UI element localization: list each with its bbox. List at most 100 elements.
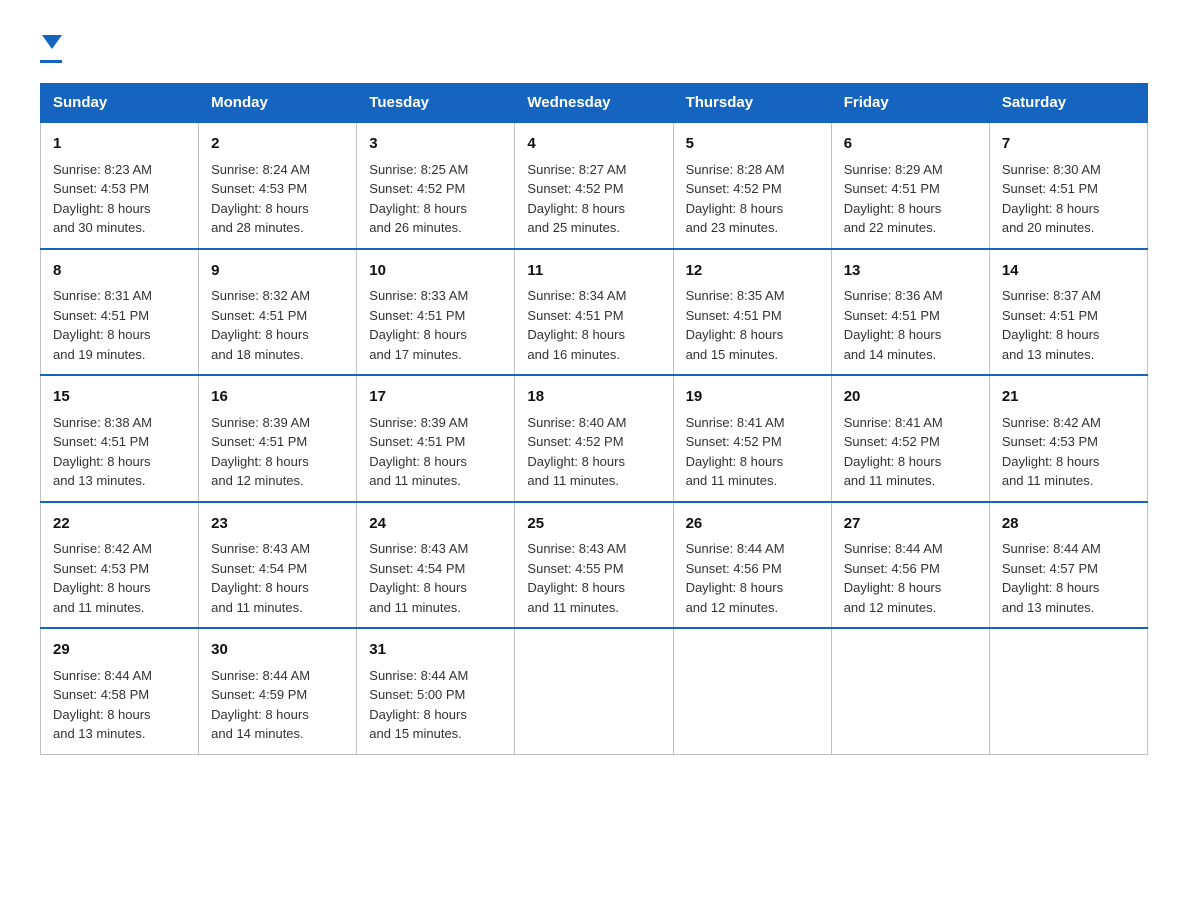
calendar-cell: 11 Sunrise: 8:34 AM Sunset: 4:51 PM Dayl… [515, 249, 673, 376]
day-info: Sunrise: 8:31 AM Sunset: 4:51 PM Dayligh… [53, 286, 186, 364]
day-info: Sunrise: 8:24 AM Sunset: 4:53 PM Dayligh… [211, 160, 344, 238]
day-info: Sunrise: 8:39 AM Sunset: 4:51 PM Dayligh… [211, 413, 344, 491]
day-number: 28 [1002, 513, 1135, 536]
calendar-cell: 4 Sunrise: 8:27 AM Sunset: 4:52 PM Dayli… [515, 122, 673, 249]
weekday-header-saturday: Saturday [989, 84, 1147, 123]
day-number: 18 [527, 386, 660, 409]
calendar-cell: 2 Sunrise: 8:24 AM Sunset: 4:53 PM Dayli… [199, 122, 357, 249]
calendar-cell: 9 Sunrise: 8:32 AM Sunset: 4:51 PM Dayli… [199, 249, 357, 376]
calendar-week-row: 1 Sunrise: 8:23 AM Sunset: 4:53 PM Dayli… [41, 122, 1148, 249]
day-info: Sunrise: 8:30 AM Sunset: 4:51 PM Dayligh… [1002, 160, 1135, 238]
weekday-header-tuesday: Tuesday [357, 84, 515, 123]
calendar-cell: 30 Sunrise: 8:44 AM Sunset: 4:59 PM Dayl… [199, 628, 357, 754]
day-number: 24 [369, 513, 502, 536]
day-info: Sunrise: 8:44 AM Sunset: 4:59 PM Dayligh… [211, 666, 344, 744]
calendar-header: SundayMondayTuesdayWednesdayThursdayFrid… [41, 84, 1148, 123]
calendar-cell [989, 628, 1147, 754]
calendar-cell: 5 Sunrise: 8:28 AM Sunset: 4:52 PM Dayli… [673, 122, 831, 249]
calendar-week-row: 29 Sunrise: 8:44 AM Sunset: 4:58 PM Dayl… [41, 628, 1148, 754]
day-info: Sunrise: 8:36 AM Sunset: 4:51 PM Dayligh… [844, 286, 977, 364]
day-info: Sunrise: 8:23 AM Sunset: 4:53 PM Dayligh… [53, 160, 186, 238]
calendar-cell: 20 Sunrise: 8:41 AM Sunset: 4:52 PM Dayl… [831, 375, 989, 502]
page-header [40, 30, 1148, 63]
day-info: Sunrise: 8:42 AM Sunset: 4:53 PM Dayligh… [1002, 413, 1135, 491]
day-info: Sunrise: 8:28 AM Sunset: 4:52 PM Dayligh… [686, 160, 819, 238]
day-number: 15 [53, 386, 186, 409]
calendar-cell: 6 Sunrise: 8:29 AM Sunset: 4:51 PM Dayli… [831, 122, 989, 249]
day-info: Sunrise: 8:44 AM Sunset: 4:56 PM Dayligh… [844, 539, 977, 617]
calendar-body: 1 Sunrise: 8:23 AM Sunset: 4:53 PM Dayli… [41, 122, 1148, 754]
calendar-week-row: 8 Sunrise: 8:31 AM Sunset: 4:51 PM Dayli… [41, 249, 1148, 376]
calendar-cell: 21 Sunrise: 8:42 AM Sunset: 4:53 PM Dayl… [989, 375, 1147, 502]
day-info: Sunrise: 8:29 AM Sunset: 4:51 PM Dayligh… [844, 160, 977, 238]
calendar-cell: 19 Sunrise: 8:41 AM Sunset: 4:52 PM Dayl… [673, 375, 831, 502]
day-number: 2 [211, 133, 344, 156]
day-number: 16 [211, 386, 344, 409]
day-info: Sunrise: 8:41 AM Sunset: 4:52 PM Dayligh… [686, 413, 819, 491]
weekday-header-wednesday: Wednesday [515, 84, 673, 123]
day-number: 11 [527, 260, 660, 283]
day-info: Sunrise: 8:43 AM Sunset: 4:55 PM Dayligh… [527, 539, 660, 617]
calendar-cell: 15 Sunrise: 8:38 AM Sunset: 4:51 PM Dayl… [41, 375, 199, 502]
calendar-cell: 24 Sunrise: 8:43 AM Sunset: 4:54 PM Dayl… [357, 502, 515, 629]
calendar-cell: 17 Sunrise: 8:39 AM Sunset: 4:51 PM Dayl… [357, 375, 515, 502]
day-number: 26 [686, 513, 819, 536]
day-number: 22 [53, 513, 186, 536]
calendar-cell: 7 Sunrise: 8:30 AM Sunset: 4:51 PM Dayli… [989, 122, 1147, 249]
day-info: Sunrise: 8:38 AM Sunset: 4:51 PM Dayligh… [53, 413, 186, 491]
calendar-cell: 26 Sunrise: 8:44 AM Sunset: 4:56 PM Dayl… [673, 502, 831, 629]
day-number: 4 [527, 133, 660, 156]
day-info: Sunrise: 8:43 AM Sunset: 4:54 PM Dayligh… [211, 539, 344, 617]
day-number: 17 [369, 386, 502, 409]
day-info: Sunrise: 8:32 AM Sunset: 4:51 PM Dayligh… [211, 286, 344, 364]
calendar-cell: 22 Sunrise: 8:42 AM Sunset: 4:53 PM Dayl… [41, 502, 199, 629]
day-info: Sunrise: 8:40 AM Sunset: 4:52 PM Dayligh… [527, 413, 660, 491]
day-number: 13 [844, 260, 977, 283]
calendar-cell [831, 628, 989, 754]
calendar-table: SundayMondayTuesdayWednesdayThursdayFrid… [40, 83, 1148, 755]
calendar-cell: 28 Sunrise: 8:44 AM Sunset: 4:57 PM Dayl… [989, 502, 1147, 629]
day-info: Sunrise: 8:35 AM Sunset: 4:51 PM Dayligh… [686, 286, 819, 364]
day-number: 30 [211, 639, 344, 662]
logo-triangle-icon [42, 35, 62, 49]
logo-text [40, 30, 62, 58]
day-info: Sunrise: 8:41 AM Sunset: 4:52 PM Dayligh… [844, 413, 977, 491]
day-info: Sunrise: 8:43 AM Sunset: 4:54 PM Dayligh… [369, 539, 502, 617]
calendar-cell: 31 Sunrise: 8:44 AM Sunset: 5:00 PM Dayl… [357, 628, 515, 754]
calendar-cell: 25 Sunrise: 8:43 AM Sunset: 4:55 PM Dayl… [515, 502, 673, 629]
day-info: Sunrise: 8:34 AM Sunset: 4:51 PM Dayligh… [527, 286, 660, 364]
day-number: 12 [686, 260, 819, 283]
day-number: 20 [844, 386, 977, 409]
day-number: 19 [686, 386, 819, 409]
weekday-header-thursday: Thursday [673, 84, 831, 123]
weekday-header-friday: Friday [831, 84, 989, 123]
calendar-cell: 3 Sunrise: 8:25 AM Sunset: 4:52 PM Dayli… [357, 122, 515, 249]
weekday-header-row: SundayMondayTuesdayWednesdayThursdayFrid… [41, 84, 1148, 123]
day-number: 1 [53, 133, 186, 156]
day-number: 7 [1002, 133, 1135, 156]
day-number: 8 [53, 260, 186, 283]
calendar-cell [673, 628, 831, 754]
calendar-cell: 8 Sunrise: 8:31 AM Sunset: 4:51 PM Dayli… [41, 249, 199, 376]
weekday-header-sunday: Sunday [41, 84, 199, 123]
logo [40, 30, 62, 63]
calendar-cell: 16 Sunrise: 8:39 AM Sunset: 4:51 PM Dayl… [199, 375, 357, 502]
day-number: 6 [844, 133, 977, 156]
day-number: 23 [211, 513, 344, 536]
day-number: 31 [369, 639, 502, 662]
calendar-cell: 29 Sunrise: 8:44 AM Sunset: 4:58 PM Dayl… [41, 628, 199, 754]
day-number: 29 [53, 639, 186, 662]
calendar-cell [515, 628, 673, 754]
calendar-cell: 12 Sunrise: 8:35 AM Sunset: 4:51 PM Dayl… [673, 249, 831, 376]
day-number: 3 [369, 133, 502, 156]
day-info: Sunrise: 8:44 AM Sunset: 5:00 PM Dayligh… [369, 666, 502, 744]
day-info: Sunrise: 8:27 AM Sunset: 4:52 PM Dayligh… [527, 160, 660, 238]
day-number: 25 [527, 513, 660, 536]
day-info: Sunrise: 8:42 AM Sunset: 4:53 PM Dayligh… [53, 539, 186, 617]
day-info: Sunrise: 8:44 AM Sunset: 4:56 PM Dayligh… [686, 539, 819, 617]
day-info: Sunrise: 8:37 AM Sunset: 4:51 PM Dayligh… [1002, 286, 1135, 364]
weekday-header-monday: Monday [199, 84, 357, 123]
calendar-week-row: 15 Sunrise: 8:38 AM Sunset: 4:51 PM Dayl… [41, 375, 1148, 502]
day-number: 10 [369, 260, 502, 283]
logo-line [40, 60, 62, 63]
